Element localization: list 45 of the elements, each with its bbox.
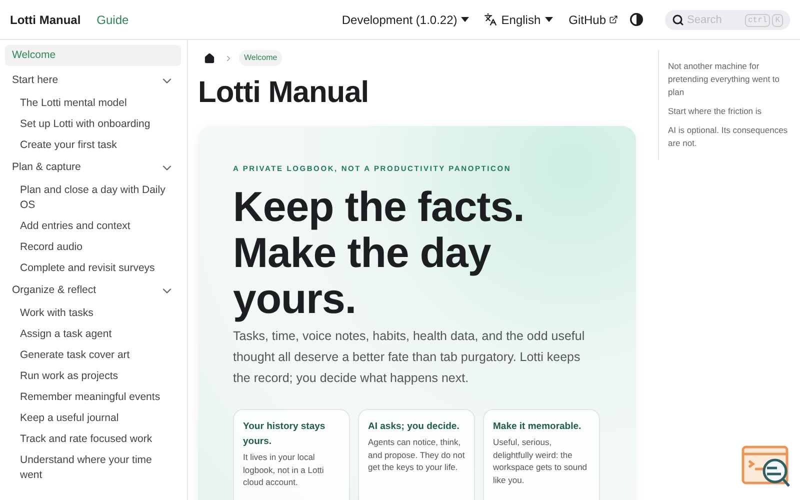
breadcrumb-item[interactable]: Welcome bbox=[239, 50, 282, 66]
sidebar-link[interactable]: Add entries and context bbox=[18, 219, 177, 234]
toc-link[interactable]: AI is optional. Its consequences are not. bbox=[668, 124, 792, 150]
toc-link[interactable]: Start where the friction is bbox=[668, 105, 792, 118]
language-dropdown[interactable]: English bbox=[484, 10, 553, 28]
sidebar-category[interactable]: Organize & reflect bbox=[5, 281, 104, 300]
sidebar-link[interactable]: Run work as projects bbox=[18, 369, 177, 384]
sidebar-link[interactable]: Complete and revisit surveys bbox=[18, 261, 177, 276]
sidebar-link[interactable]: Track and rate focused work bbox=[18, 432, 177, 447]
sidebar-link[interactable]: Set up Lotti with onboarding bbox=[18, 117, 177, 132]
feature-card-text: Agents can notice, think, and propose. They do not get the keys to your life. bbox=[368, 436, 465, 474]
sidebar-link[interactable]: Plan and close a day with Daily OS bbox=[18, 183, 177, 213]
sidebar-link[interactable]: Assign a task agent bbox=[18, 327, 177, 342]
nav-link[interactable]: Guide bbox=[96, 10, 129, 28]
home-icon[interactable] bbox=[204, 52, 215, 64]
sidebar-link[interactable]: Welcome bbox=[5, 45, 181, 66]
sidebar-link[interactable]: Create your first task bbox=[18, 138, 177, 153]
toc-link[interactable]: Not another machine for pretending everything went to plan bbox=[668, 60, 792, 99]
sidebar-link[interactable]: Work with tasks bbox=[18, 306, 177, 321]
sidebar-link[interactable]: The Lotti mental model bbox=[18, 96, 177, 111]
search-icon bbox=[672, 14, 684, 26]
feature-card-title: Your history stays yours. bbox=[243, 420, 326, 450]
caret-icon bbox=[544, 17, 553, 22]
github-link[interactable]: GitHub bbox=[568, 10, 618, 28]
feature-card-title: Make it memorable. bbox=[493, 420, 582, 434]
feature-card-title: AI asks; you decide. bbox=[368, 420, 460, 434]
chevron-right-icon bbox=[224, 54, 233, 62]
translate-icon bbox=[484, 13, 498, 26]
page-title: Lotti Manual bbox=[198, 75, 370, 111]
sidebar-category[interactable]: Start here bbox=[5, 71, 66, 90]
sidebar-link[interactable]: Keep a useful journal bbox=[18, 411, 177, 426]
sidebar-link[interactable]: Record audio bbox=[18, 240, 177, 255]
hero-lead: Tasks, time, voice notes, habits, health data, and the odd useful thought all deserve a better fate than tab purgatory. Lotti keeps the record; you decide what happens next. bbox=[233, 328, 586, 388]
external-link-icon bbox=[609, 15, 618, 24]
theme-toggle-icon[interactable] bbox=[630, 13, 643, 26]
version-dropdown[interactable]: Development (1.0.22) bbox=[342, 10, 470, 28]
sidebar-link[interactable]: Understand where your time went bbox=[18, 453, 177, 483]
sidebar-link[interactable]: Remember meaningful events bbox=[18, 390, 177, 405]
hero-headline: Keep the facts. Make the day yours. bbox=[233, 184, 526, 322]
caret-icon bbox=[461, 17, 470, 22]
sidebar-category[interactable]: Plan & capture bbox=[5, 158, 88, 177]
feature-card-text: It lives in your local logbook, not in a Lotti cloud account. bbox=[243, 451, 325, 489]
sidebar-link[interactable]: Generate task cover art bbox=[18, 348, 177, 363]
site-title[interactable]: Lotti Manual bbox=[10, 10, 81, 28]
feature-card-text: Useful, serious, delightfully weird: the workspace gets to sound like you. bbox=[493, 436, 588, 486]
